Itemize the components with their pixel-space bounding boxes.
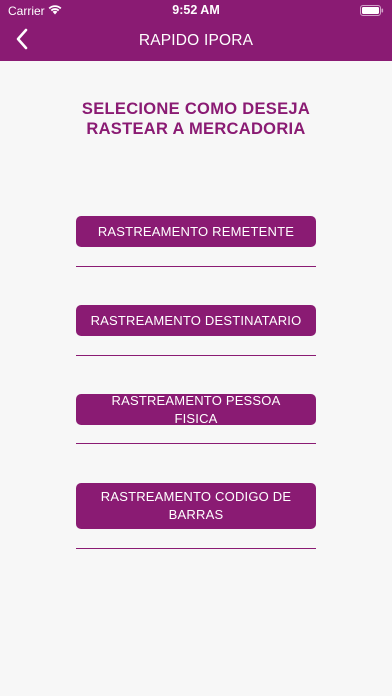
tracking-barcode-button[interactable]: RASTREAMENTO CODIGO DE BARRAS bbox=[76, 483, 316, 529]
navigation-bar: RAPIDO IPORA bbox=[0, 21, 392, 61]
app-screen: Carrier 9:52 AM RAPIDO IPORA SELECIONE C… bbox=[0, 0, 392, 696]
tracking-recipient-button[interactable]: RASTREAMENTO DESTINATARIO bbox=[76, 305, 316, 336]
divider bbox=[76, 548, 316, 549]
status-bar: Carrier 9:52 AM bbox=[0, 0, 392, 21]
page-title: RAPIDO IPORA bbox=[138, 32, 254, 49]
status-time: 9:52 AM bbox=[172, 3, 220, 17]
divider bbox=[76, 355, 316, 356]
divider bbox=[76, 266, 316, 267]
battery-icon bbox=[360, 5, 384, 16]
tracking-individual-button[interactable]: RASTREAMENTO PESSOA FISICA bbox=[76, 393, 316, 426]
divider bbox=[76, 443, 316, 444]
instruction-heading: SELECIONE COMO DESEJA RASTEAR A MERCADOR… bbox=[81, 100, 311, 138]
top-bar: Carrier 9:52 AM RAPIDO IPORA bbox=[0, 0, 392, 61]
tracking-sender-button[interactable]: RASTREAMENTO REMETENTE bbox=[76, 216, 316, 247]
